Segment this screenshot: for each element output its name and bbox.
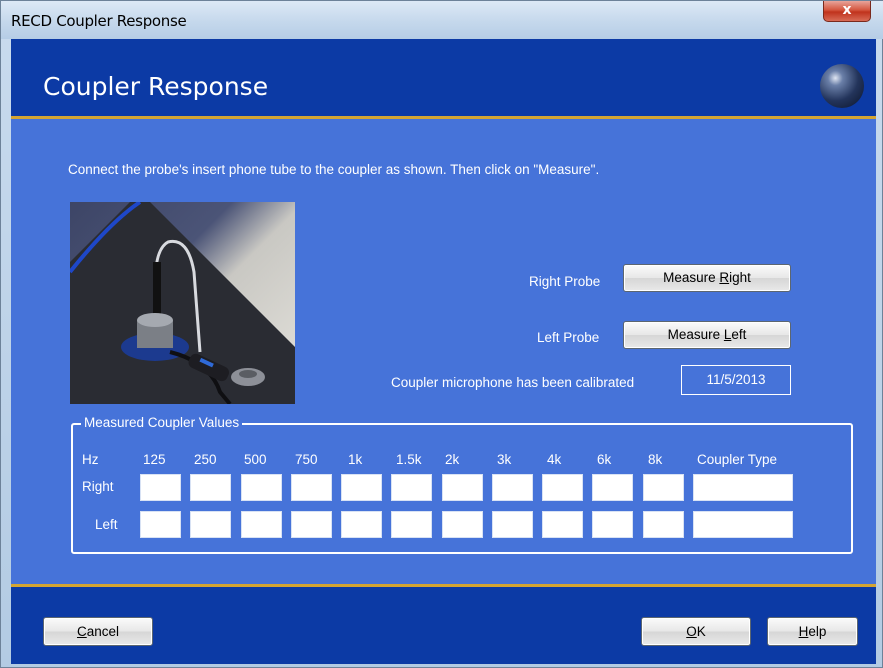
left-value-cell[interactable] (542, 511, 583, 538)
left-value-cell[interactable] (341, 511, 382, 538)
freq-header: 1k (348, 452, 363, 467)
page-title: Coupler Response (43, 72, 269, 101)
ok-button[interactable]: OK (641, 617, 751, 646)
freq-header: 125 (143, 452, 166, 467)
coupler-probe-illustration (70, 202, 295, 404)
dialog-body: Coupler Response Connect the probe's ins… (11, 39, 876, 664)
right-value-cell[interactable] (391, 474, 432, 501)
left-value-cell[interactable] (140, 511, 181, 538)
right-value-cell[interactable] (643, 474, 684, 501)
right-probe-label: Right Probe (529, 274, 601, 289)
right-value-cell[interactable] (341, 474, 382, 501)
right-value-cell[interactable] (492, 474, 533, 501)
right-value-cell[interactable] (442, 474, 483, 501)
left-value-cell[interactable] (592, 511, 633, 538)
group-legend: Measured Coupler Values (81, 415, 243, 430)
calibration-label: Coupler microphone has been calibrated (391, 375, 635, 390)
right-value-cell[interactable] (140, 474, 181, 501)
right-value-cell[interactable] (241, 474, 282, 501)
coupler-photo (70, 202, 295, 404)
header-banner: Coupler Response (11, 39, 876, 119)
freq-header: 3k (497, 452, 512, 467)
freq-header: 1.5k (396, 452, 422, 467)
footer-bar: Cancel OK Help (11, 584, 876, 664)
freq-header: 2k (445, 452, 460, 467)
left-value-cell[interactable] (492, 511, 533, 538)
right-value-cell[interactable] (592, 474, 633, 501)
right-value-cell[interactable] (190, 474, 231, 501)
cancel-button[interactable]: Cancel (43, 617, 153, 646)
freq-header: 750 (295, 452, 318, 467)
help-button[interactable]: Help (767, 617, 858, 646)
coupler-type-header: Coupler Type (697, 452, 778, 467)
left-value-cell[interactable] (442, 511, 483, 538)
right-value-cell[interactable] (291, 474, 332, 501)
close-button[interactable]: x (823, 1, 871, 22)
hz-label: Hz (82, 452, 99, 467)
left-coupler-type-cell[interactable] (693, 511, 793, 538)
freq-header: 8k (648, 452, 663, 467)
title-bar[interactable]: RECD Coupler Response x (1, 1, 883, 39)
left-value-cell[interactable] (291, 511, 332, 538)
dialog-window: RECD Coupler Response x Coupler Response… (0, 0, 883, 668)
measure-right-button[interactable]: Measure Right (623, 264, 791, 292)
close-icon: x (842, 2, 852, 18)
window-title: RECD Coupler Response (11, 12, 187, 30)
left-value-cell[interactable] (643, 511, 684, 538)
sphere-logo-icon (820, 64, 864, 108)
right-value-cell[interactable] (542, 474, 583, 501)
left-value-cell[interactable] (391, 511, 432, 538)
freq-header: 500 (244, 452, 267, 467)
calibration-date: 11/5/2013 (681, 365, 791, 395)
right-coupler-type-cell[interactable] (693, 474, 793, 501)
left-value-cell[interactable] (241, 511, 282, 538)
left-row-label: Left (95, 517, 118, 532)
left-value-cell[interactable] (190, 511, 231, 538)
freq-header: 250 (194, 452, 217, 467)
instruction-text: Connect the probe's insert phone tube to… (68, 162, 600, 177)
freq-header: 6k (597, 452, 612, 467)
freq-header: 4k (547, 452, 562, 467)
left-probe-label: Left Probe (537, 330, 600, 345)
right-row-label: Right (82, 479, 114, 494)
measure-left-button[interactable]: Measure Left (623, 321, 791, 349)
